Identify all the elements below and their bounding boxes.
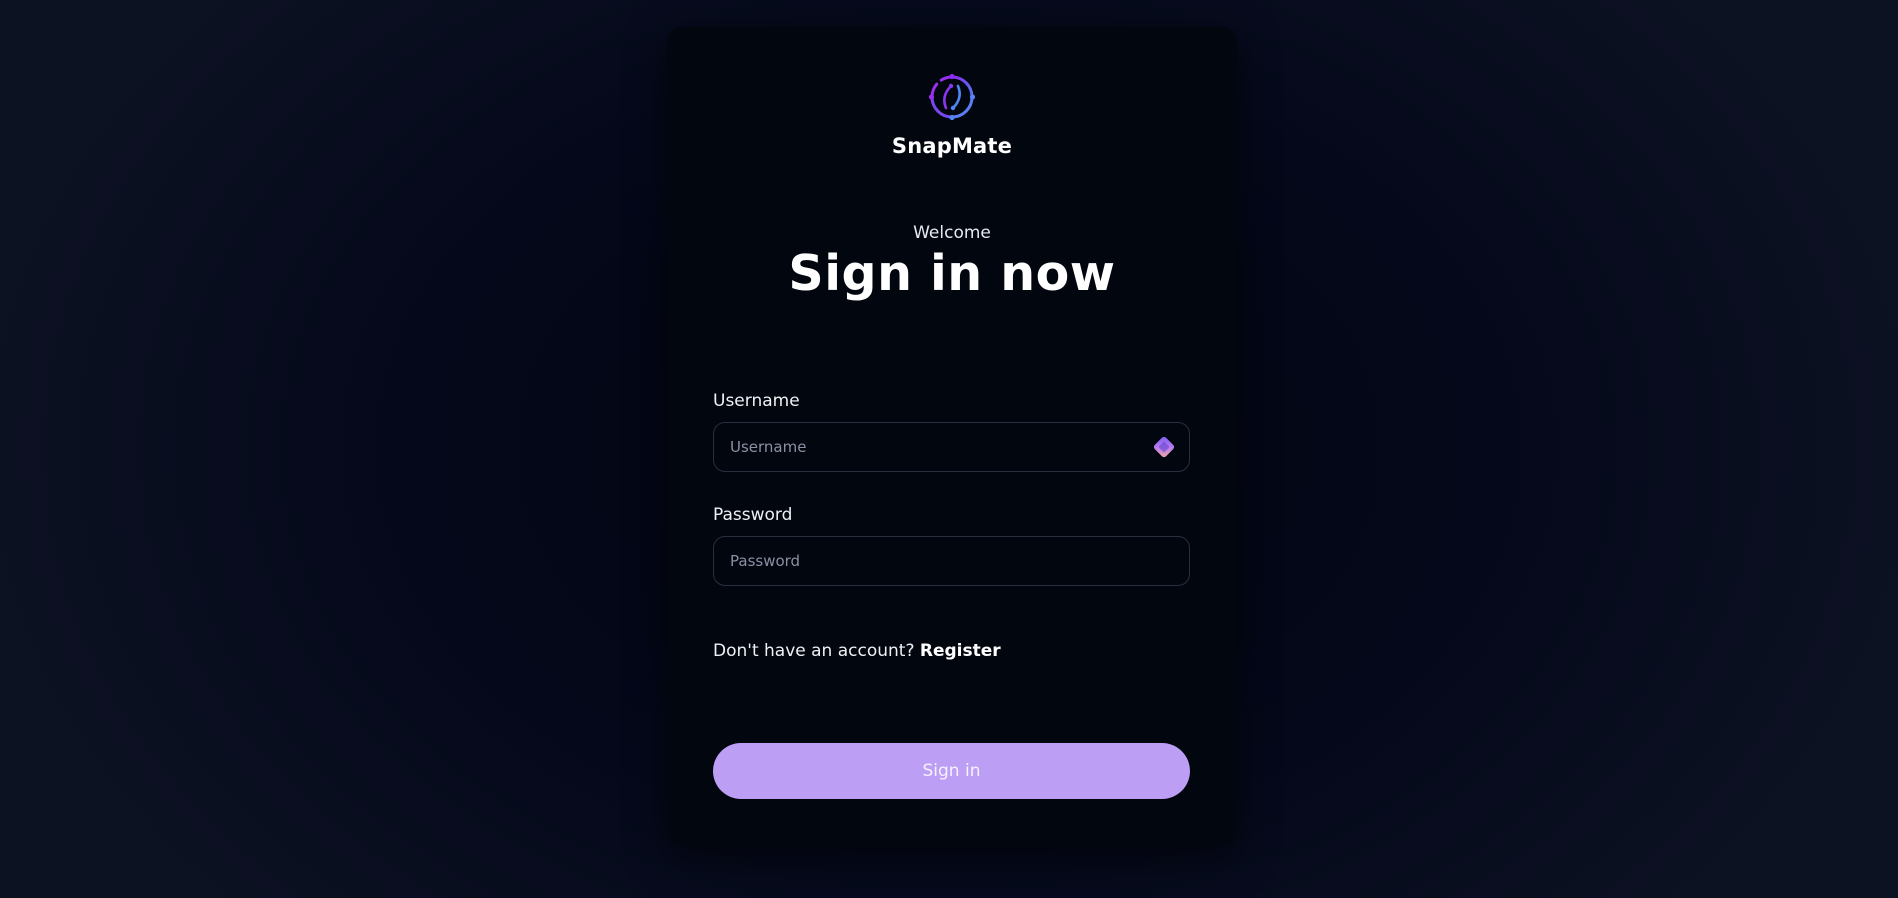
username-label: Username [713,391,800,411]
username-input[interactable] [730,438,1151,456]
sign-in-card: SnapMate Welcome Sign in now Username Pa… [667,27,1237,847]
brand-name: SnapMate [891,134,1013,158]
page-title: Sign in now [788,245,1116,302]
register-prompt-text: Don't have an account? [713,641,920,661]
password-label: Password [713,505,793,525]
sign-in-button[interactable]: Sign in [713,743,1190,799]
password-field[interactable] [713,536,1190,586]
brand-header: SnapMate [667,72,1237,158]
register-link[interactable]: Register [920,641,1001,661]
password-manager-icon[interactable] [1151,434,1177,460]
username-field[interactable] [713,422,1190,472]
welcome-text: Welcome [913,223,991,243]
password-input[interactable] [730,552,1173,570]
orbit-logo-icon [928,73,976,121]
register-prompt-row: Don't have an account? Register [713,641,1001,661]
